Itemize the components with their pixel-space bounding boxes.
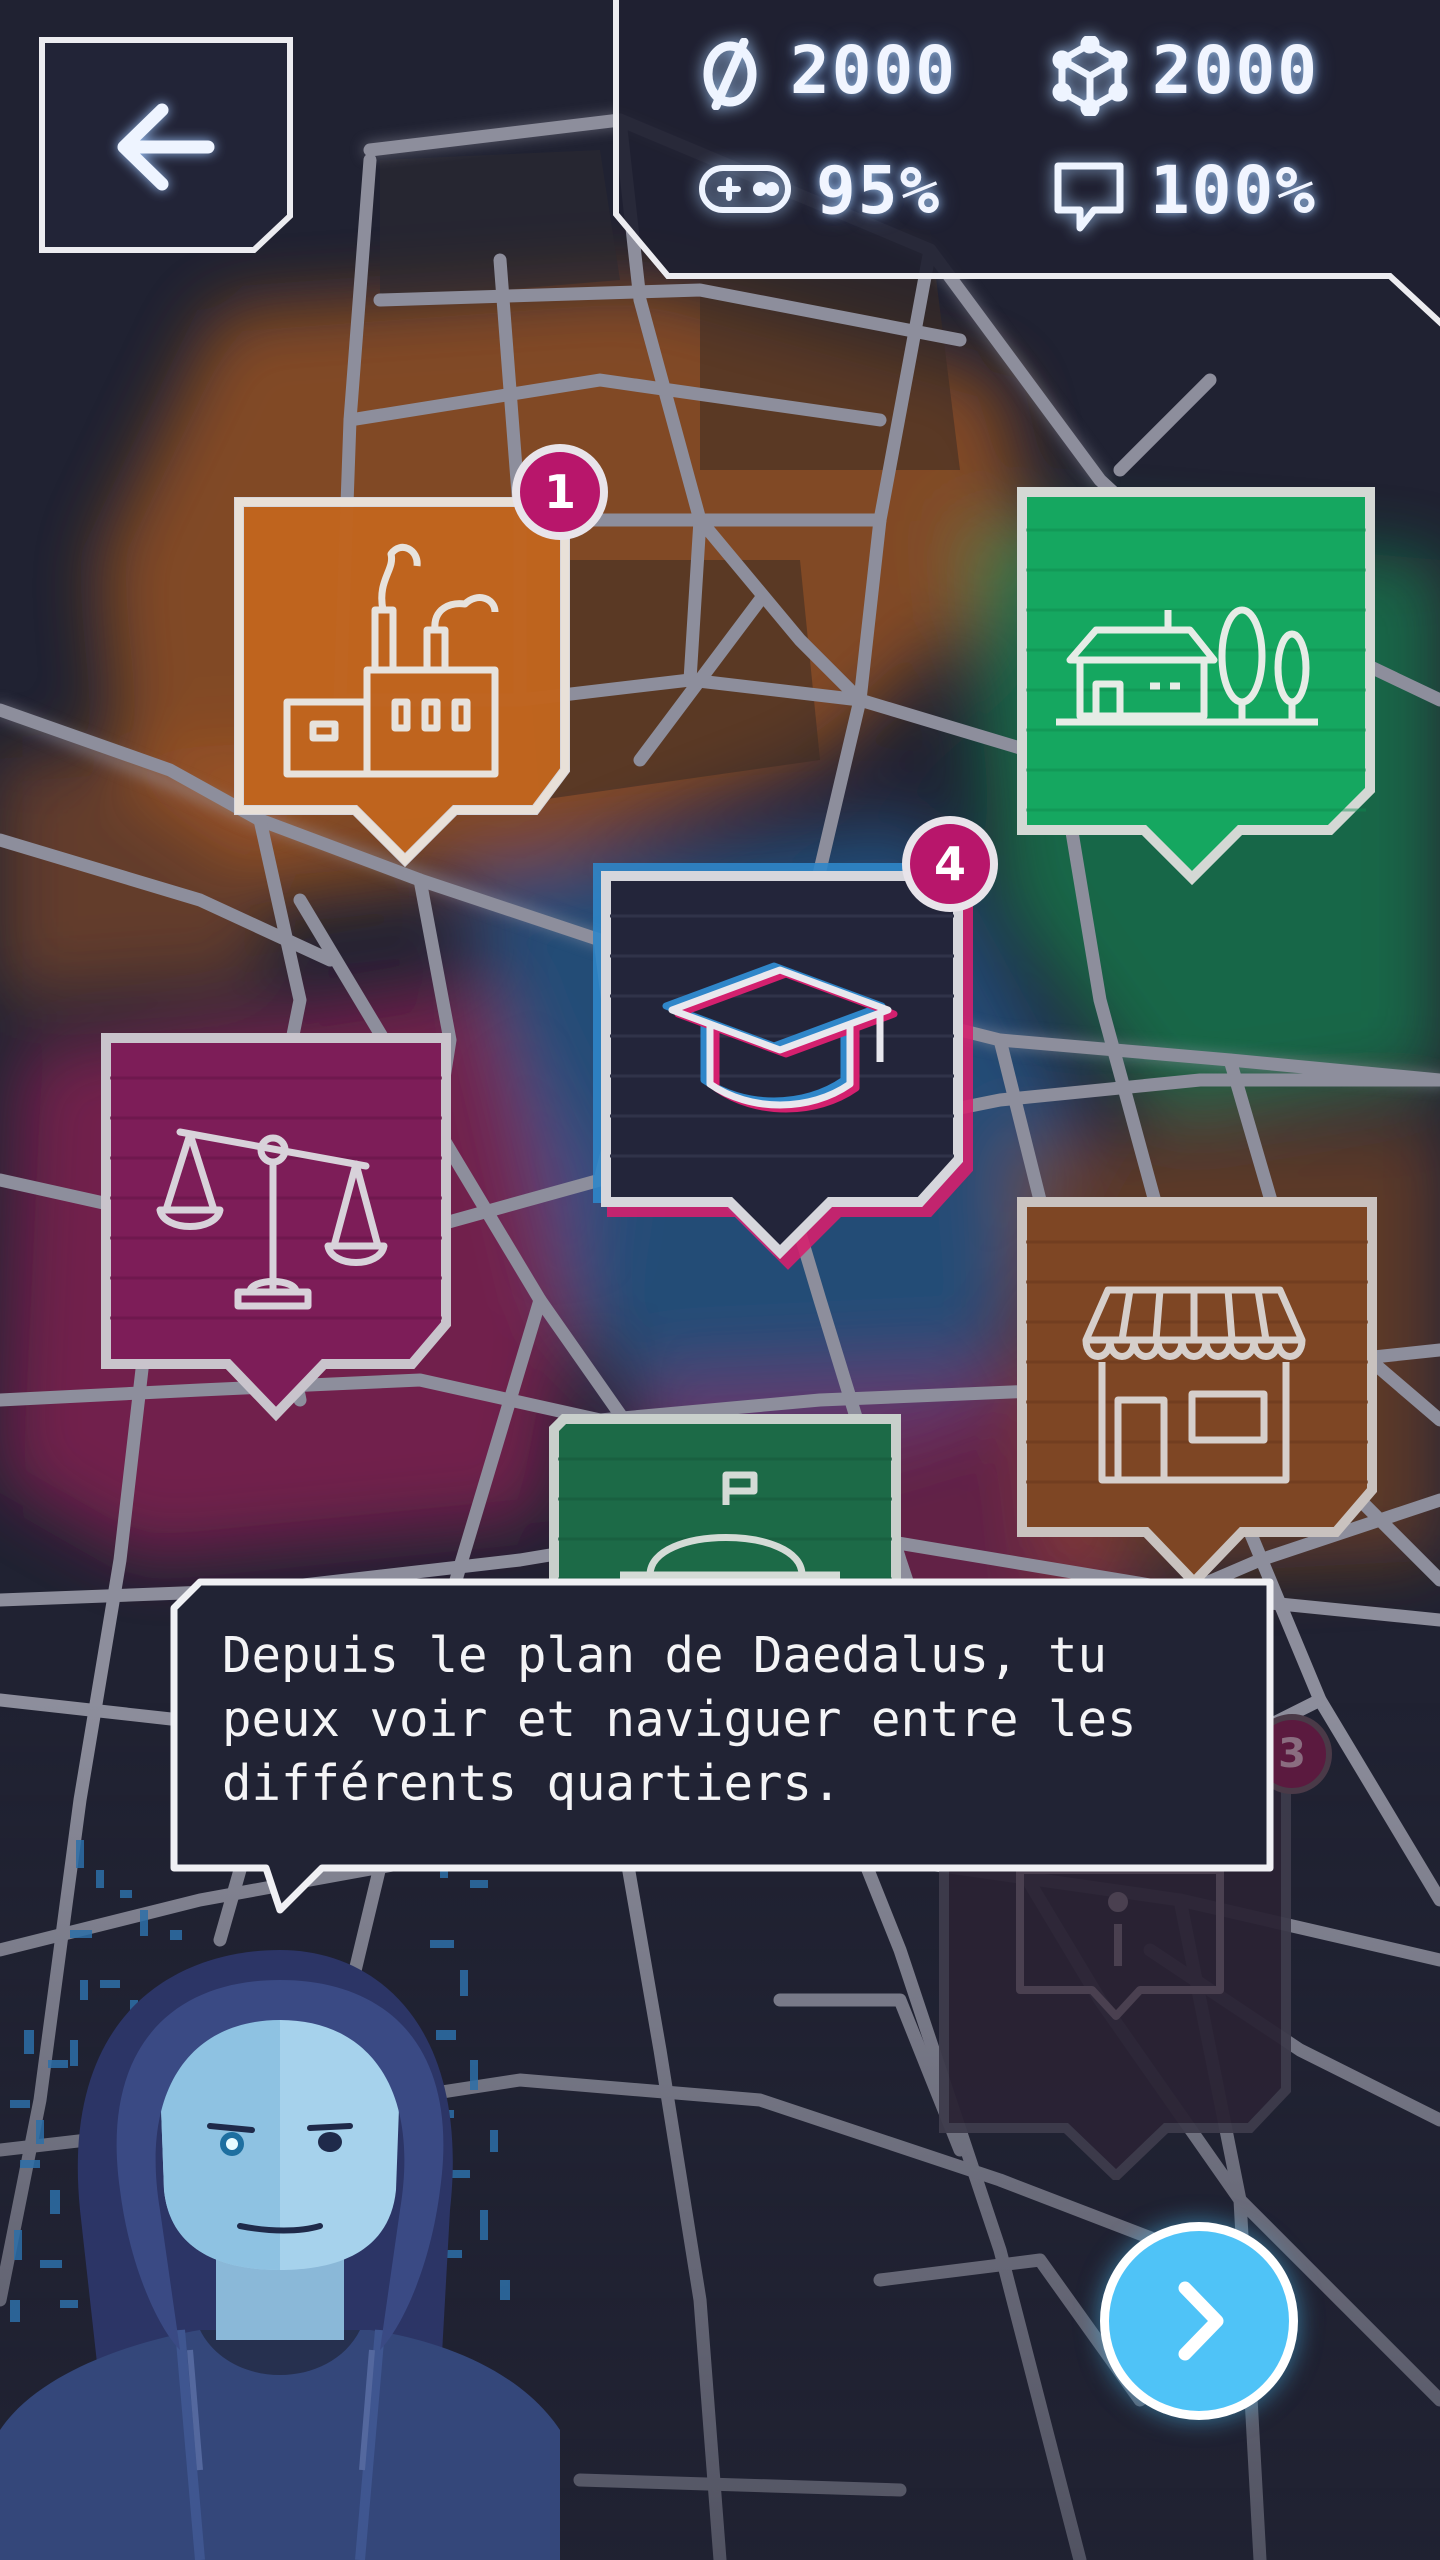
industrial-district-marker[interactable] bbox=[205, 480, 625, 920]
nature-district-marker[interactable] bbox=[1000, 470, 1400, 910]
notification-badge: 1 bbox=[512, 444, 608, 540]
gamepad-icon bbox=[698, 160, 792, 220]
currency-icon bbox=[694, 38, 766, 110]
chat-value: 100% bbox=[1150, 152, 1317, 229]
gamepad-value: 95% bbox=[816, 152, 942, 229]
game-screen: 2000 2000 95% 100% 1 4 3 Depuis le plan … bbox=[0, 0, 1440, 2560]
dialog-text: Depuis le plan de Daedalus, tu peux voir… bbox=[222, 1627, 1137, 1812]
cube-icon bbox=[1050, 36, 1130, 116]
cube-value: 2000 bbox=[1152, 32, 1319, 109]
next-button[interactable] bbox=[1100, 2222, 1298, 2420]
chat-icon bbox=[1052, 160, 1126, 236]
commerce-district-marker[interactable] bbox=[1010, 1190, 1410, 1630]
back-button[interactable] bbox=[38, 36, 298, 256]
chevron-right-icon bbox=[1178, 2281, 1224, 2361]
guide-character bbox=[0, 1840, 560, 2560]
notification-badge: 4 bbox=[902, 816, 998, 912]
justice-district-marker[interactable] bbox=[90, 1020, 470, 1460]
currency-value: 2000 bbox=[790, 32, 957, 109]
dialog-box: Depuis le plan de Daedalus, tu peux voir… bbox=[170, 1580, 1270, 1870]
